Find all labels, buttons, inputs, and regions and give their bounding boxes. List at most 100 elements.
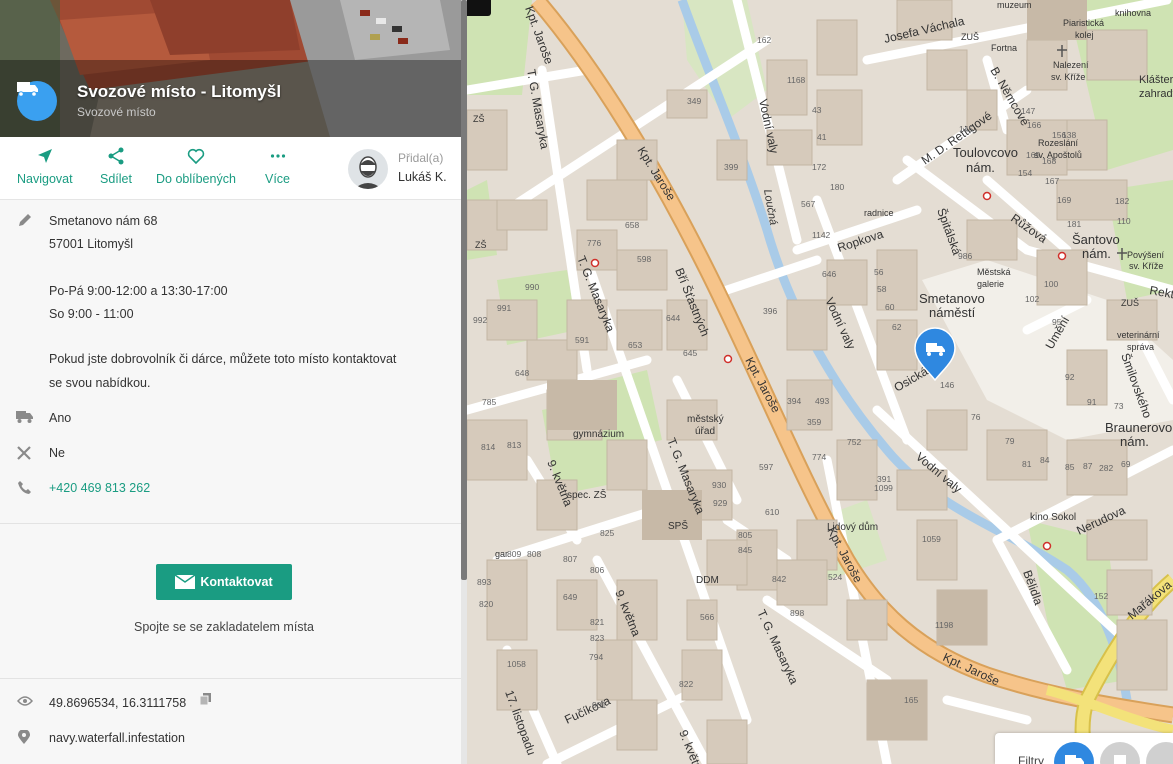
building-number: 794: [589, 652, 603, 662]
place-label: ZŠ: [475, 240, 487, 250]
building-number: 821: [590, 617, 604, 627]
phone-link[interactable]: +420 469 813 262: [49, 481, 150, 495]
building-number: 69: [1121, 459, 1131, 469]
building-number: 898: [790, 608, 804, 618]
hours-line1: Po-Pá 9:00-12:00 a 13:30-17:00: [49, 284, 228, 298]
place-label: Šantovo: [1072, 232, 1120, 247]
tools-icon: [17, 446, 31, 460]
building-number: 774: [812, 452, 826, 462]
building-number: 822: [679, 679, 693, 689]
eye-icon: [17, 696, 33, 706]
place-label: náměstí: [929, 305, 976, 320]
filter-truck-button[interactable]: [1054, 742, 1094, 764]
map-canvas[interactable]: Kpt. Jaroše Kpt. Jaroše Kpt. Jaroše Kpt.…: [467, 0, 1173, 764]
author-name[interactable]: Lukáš K.: [398, 170, 447, 184]
box-icon: [1114, 755, 1126, 764]
favorite-label: Do oblíbených: [156, 172, 236, 186]
building-number: 808: [527, 549, 541, 559]
building-number: 79: [1005, 436, 1015, 446]
filter-second-button[interactable]: [1100, 742, 1140, 764]
share-button[interactable]: Sdílet: [100, 147, 132, 186]
building-number: 806: [590, 565, 604, 575]
building-number: 992: [473, 315, 487, 325]
building-number: 814: [481, 442, 495, 452]
more-button[interactable]: Více: [265, 147, 290, 186]
building-number: 56: [874, 267, 884, 277]
map-view[interactable]: Kpt. Jaroše Kpt. Jaroše Kpt. Jaroše Kpt.…: [467, 0, 1173, 764]
building-number: 649: [563, 592, 577, 602]
share-icon: [108, 147, 124, 165]
building-number: 1168: [787, 75, 806, 85]
building-number: 100: [1044, 279, 1058, 289]
contact-button[interactable]: Kontaktovat: [156, 564, 292, 600]
note-line2: se svou nabídkou.: [49, 376, 151, 390]
place-label: městský: [687, 414, 724, 425]
building-number: 598: [637, 254, 651, 264]
place-label: Městská: [977, 267, 1011, 277]
building-number: 809: [507, 549, 521, 559]
building-number: 807: [563, 554, 577, 564]
building-number: 145: [959, 124, 973, 134]
navigate-button[interactable]: Navigovat: [17, 147, 73, 186]
building-number: 162: [757, 35, 771, 45]
navigate-label: Navigovat: [17, 172, 73, 186]
place-label: kolej: [1075, 30, 1094, 40]
building-number: 349: [687, 96, 701, 106]
building-number: 81: [1022, 459, 1032, 469]
place-label: zahrady: [1139, 88, 1173, 100]
place-detail-panel: Svozové místo - Litomyšl Svozové místo N…: [0, 0, 461, 764]
place-label: sv. Kříže: [1129, 261, 1163, 271]
building-number: 43: [812, 105, 822, 115]
favorite-button[interactable]: Do oblíbených: [156, 147, 236, 186]
tools-value: Ne: [49, 446, 65, 460]
building-number: 644: [666, 313, 680, 323]
building-number: 986: [958, 251, 972, 261]
building-number: 646: [822, 269, 836, 279]
building-number: 893: [477, 577, 491, 587]
building-number: 1059: [922, 534, 941, 544]
building-number: 84: [1040, 455, 1050, 465]
building-number: 60: [885, 302, 895, 312]
building-number: 152: [1094, 591, 1108, 601]
place-label: Braunerovo: [1105, 420, 1172, 435]
place-label: kino Sokol: [1030, 512, 1076, 523]
building-number: 645: [683, 348, 697, 358]
address-line2: 57001 Litomyšl: [49, 237, 134, 251]
building-number: 154: [1018, 168, 1032, 178]
place-label: gymnázium: [573, 429, 624, 440]
building-number: 396: [763, 306, 777, 316]
place-label: galerie: [977, 279, 1004, 289]
building-number: 92: [1065, 372, 1075, 382]
copy-icon[interactable]: [200, 693, 212, 705]
building-number: 1198: [935, 620, 954, 630]
author-avatar[interactable]: [348, 149, 388, 189]
note-line1: Pokud jste dobrovolník či dárce, můžete …: [49, 352, 397, 366]
building-number: 167: [1045, 176, 1059, 186]
place-label: Smetanovo: [919, 291, 985, 306]
filter-label: Filtry: [1018, 754, 1044, 764]
transport-truck-icon: [16, 411, 33, 423]
place-label: DDM: [696, 575, 719, 586]
building-number: 91: [1087, 397, 1097, 407]
building-number: 147: [1021, 106, 1035, 116]
building-number: 110: [1117, 216, 1131, 226]
building-number: 752: [847, 437, 861, 447]
place-label: knihovna: [1115, 8, 1151, 18]
place-label: Klášterní: [1139, 74, 1173, 86]
building-number: 776: [587, 238, 601, 248]
more-dots-icon: [270, 154, 285, 158]
map-corner-control[interactable]: [467, 0, 491, 16]
place-label: veterinární: [1117, 330, 1160, 340]
transport-value: Ano: [49, 411, 72, 425]
building-number: 785: [482, 397, 496, 407]
building-number: 165: [1026, 150, 1040, 160]
place-label: nám.: [1082, 246, 1111, 261]
building-number: 180: [830, 182, 844, 192]
building-number: 165: [904, 695, 918, 705]
building-number: 653: [628, 340, 642, 350]
divider: [0, 678, 461, 679]
building-number: 842: [772, 574, 786, 584]
place-label: Lidový dům: [827, 521, 878, 533]
place-label: Piaristická: [1063, 18, 1104, 28]
place-label: nám.: [966, 160, 995, 175]
